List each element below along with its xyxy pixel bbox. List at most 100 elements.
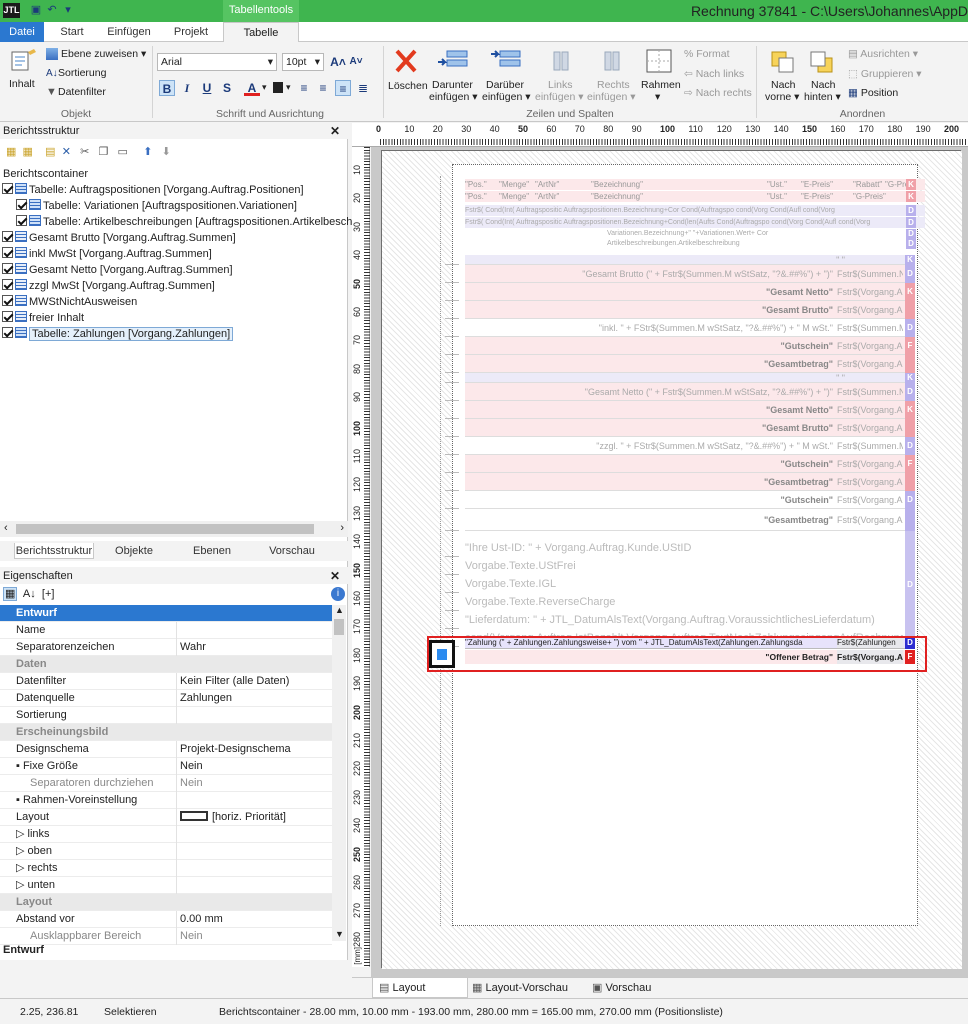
report-label-cell[interactable]: "Gesamt Netto" (465, 401, 833, 418)
add-object-icon[interactable]: ▦ (23, 146, 33, 158)
position-button[interactable]: ▦ Position (848, 87, 898, 99)
property-row[interactable]: Separatorenzeichen Wahr (0, 639, 332, 656)
copy-icon[interactable]: ❐ (98, 146, 108, 158)
property-value[interactable]: Nein (176, 758, 203, 775)
undo-icon[interactable]: ↶ (46, 4, 58, 17)
close-icon[interactable]: ✕ (330, 568, 340, 584)
report-row[interactable]: "inkl. " + FStr$(Summen.M wStSatz, "?&.#… (465, 319, 905, 337)
checkbox-icon[interactable] (2, 327, 13, 338)
checkbox-icon[interactable] (2, 263, 13, 274)
tree-item[interactable]: Tabelle: Auftragspositionen [Vorgang.Auf… (2, 182, 346, 198)
property-value[interactable]: [horiz. Priorität] (176, 809, 286, 826)
quick-access-dropdown-icon[interactable]: ▾ (62, 4, 74, 17)
report-value-cell[interactable]: Fstr$(Vorgang.A (837, 419, 903, 436)
property-row[interactable]: Sortierung (0, 707, 332, 724)
header-cell[interactable]: "Menge" (499, 191, 529, 202)
tree-item[interactable]: Tabelle: Artikelbeschreibungen [Auftrags… (2, 214, 352, 230)
scroll-up-icon[interactable]: ▲ (335, 605, 344, 615)
subtab-objekte[interactable]: Objekte (96, 543, 172, 559)
scroll-down-icon[interactable]: ▼ (335, 929, 344, 939)
daruber-einfuegen-button[interactable]: einfügen ▾ (482, 91, 530, 103)
info-icon[interactable]: i (331, 587, 345, 601)
report-value-cell[interactable]: Fstr$(Vorgang.A (837, 301, 903, 318)
font-color-icon[interactable]: A (244, 80, 260, 96)
inhalt-icon[interactable] (8, 48, 38, 74)
save-icon[interactable]: ▣ (30, 4, 42, 17)
property-value[interactable] (176, 877, 180, 894)
move-up-icon[interactable]: ⬆ (143, 146, 152, 158)
view-tab-layout[interactable]: ▤ Layout (372, 978, 468, 998)
property-value[interactable] (176, 707, 180, 724)
properties-icon[interactable]: ▤ (45, 146, 55, 158)
tab-tabelle[interactable]: Tabelle (223, 22, 299, 43)
checkbox-icon[interactable] (2, 279, 13, 290)
header-cell[interactable]: "Pos." (465, 191, 487, 202)
font-family-select[interactable]: Arial ▾ (157, 53, 277, 71)
property-row[interactable]: Abstand vor 0.00 mm (0, 911, 332, 928)
align-left-icon[interactable]: ≡ (296, 80, 312, 96)
report-label-cell[interactable]: "Gesamtbetrag" (465, 355, 833, 372)
property-value[interactable]: 0.00 mm (176, 911, 223, 928)
free-content-text[interactable]: "Lieferdatum: " + JTL_DatumAlsText(Vorga… (465, 611, 903, 629)
report-row[interactable]: "Gesamt Brutto" Fstr$(Vorgang.A (465, 419, 905, 437)
report-row[interactable]: "Gutschein" Fstr$(Vorgang.A (465, 337, 905, 355)
property-value[interactable]: Nein (176, 775, 203, 792)
tree-item[interactable]: inkl MwSt [Vorgang.Auftrag.Summen] (2, 246, 346, 262)
report-value-cell[interactable]: Fstr$(Vorgang.A (837, 509, 903, 530)
header-cell[interactable]: "E-Preis" (801, 191, 833, 202)
property-value[interactable]: Wahr (176, 639, 206, 656)
vertical-scrollbar[interactable]: ▲ ▼ (332, 605, 346, 941)
expand-all-icon[interactable]: [+] (42, 588, 55, 600)
property-row[interactable]: Datenfilter Kein Filter (alle Daten) (0, 673, 332, 690)
rahmen-dropdown[interactable]: ▾ (655, 91, 660, 103)
property-row[interactable]: ▪ Rahmen-Voreinstellung (0, 792, 332, 809)
report-label-cell[interactable]: " " (465, 255, 845, 264)
report-value-cell[interactable]: Fstr$(Summen.N (837, 265, 903, 282)
report-label-cell[interactable]: " " (465, 373, 845, 382)
report-label-cell[interactable]: "inkl. " + FStr$(Summen.M wStSatz, "?&.#… (465, 319, 833, 336)
property-value[interactable] (176, 622, 180, 639)
tree-item[interactable]: Gesamt Netto [Vorgang.Auftrag.Summen] (2, 262, 346, 278)
view-tab-layout-vorschau[interactable]: ▦ Layout-Vorschau (470, 978, 580, 998)
property-row[interactable]: Designschema Projekt-Designschema (0, 741, 332, 758)
header-cell[interactable]: "E-Preis" (801, 179, 833, 190)
subtab-ebenen[interactable]: Ebenen (174, 543, 250, 559)
property-row[interactable]: Datenquelle Zahlungen (0, 690, 332, 707)
free-content-row[interactable]: Vorgabe.Texte.ReverseCharge (465, 593, 905, 611)
scrollbar-thumb[interactable] (16, 524, 314, 534)
close-icon[interactable]: ✕ (330, 123, 340, 139)
underline-icon[interactable]: U (199, 80, 215, 96)
free-content-row[interactable]: "Lieferdatum: " + JTL_DatumAlsText(Vorga… (465, 611, 905, 629)
tree-root[interactable]: Berichtscontainer (3, 166, 88, 182)
align-justify-icon[interactable]: ≣ (355, 80, 371, 96)
delete-icon[interactable] (394, 48, 418, 74)
move-down-icon[interactable]: ⬇ (162, 146, 171, 158)
report-value-cell[interactable]: Fstr$(Vorgang.A (837, 401, 903, 418)
report-row[interactable]: "Gesamt Brutto" Fstr$(Vorgang.A (465, 301, 905, 319)
report-row[interactable]: "zzgl. " + FStr$(Summen.M wStSatz, "?&.#… (465, 437, 905, 455)
add-table-icon[interactable]: ▦ (6, 146, 16, 158)
free-content-text[interactable]: Vorgabe.Texte.ReverseCharge (465, 593, 903, 611)
free-content-row[interactable]: Vorgabe.Texte.UStFrei (465, 557, 905, 575)
report-row[interactable]: "Gesamt Netto" Fstr$(Vorgang.A (465, 401, 905, 419)
subtab-vorschau[interactable]: Vorschau (252, 543, 332, 559)
bold-icon[interactable]: B (159, 80, 175, 96)
cut-icon[interactable]: ✂ (80, 146, 89, 158)
report-label-cell[interactable]: "Gesamt Brutto" (465, 419, 833, 436)
report-label-cell[interactable]: "Gesamtbetrag" (465, 509, 833, 530)
property-row[interactable]: Separatoren durchziehen Nein (0, 775, 332, 792)
report-label-cell[interactable]: "Gutschein" (465, 455, 833, 472)
tree-item[interactable]: MWStNichtAusweisen (2, 294, 346, 310)
report-value-cell[interactable]: Fstr$(Summen.N (837, 383, 903, 400)
tree-item[interactable]: Tabelle: Variationen [Auftragspositionen… (2, 198, 346, 214)
property-value[interactable] (176, 792, 180, 809)
property-value[interactable]: Projekt-Designschema (176, 741, 291, 758)
header-cell[interactable]: "ArtNr" (535, 191, 559, 202)
report-value-cell[interactable]: Fstr$(Summen.M (837, 319, 903, 336)
property-value[interactable]: Kein Filter (alle Daten) (176, 673, 289, 690)
bring-forward-icon[interactable] (770, 50, 796, 77)
header-cell[interactable]: "Bezeichnung" (591, 191, 643, 202)
property-row[interactable]: ▷ links (0, 826, 332, 843)
shrink-font-icon[interactable]: A˅ (348, 54, 364, 70)
report-value-cell[interactable]: Fstr$(Vorgang.A (837, 283, 903, 300)
